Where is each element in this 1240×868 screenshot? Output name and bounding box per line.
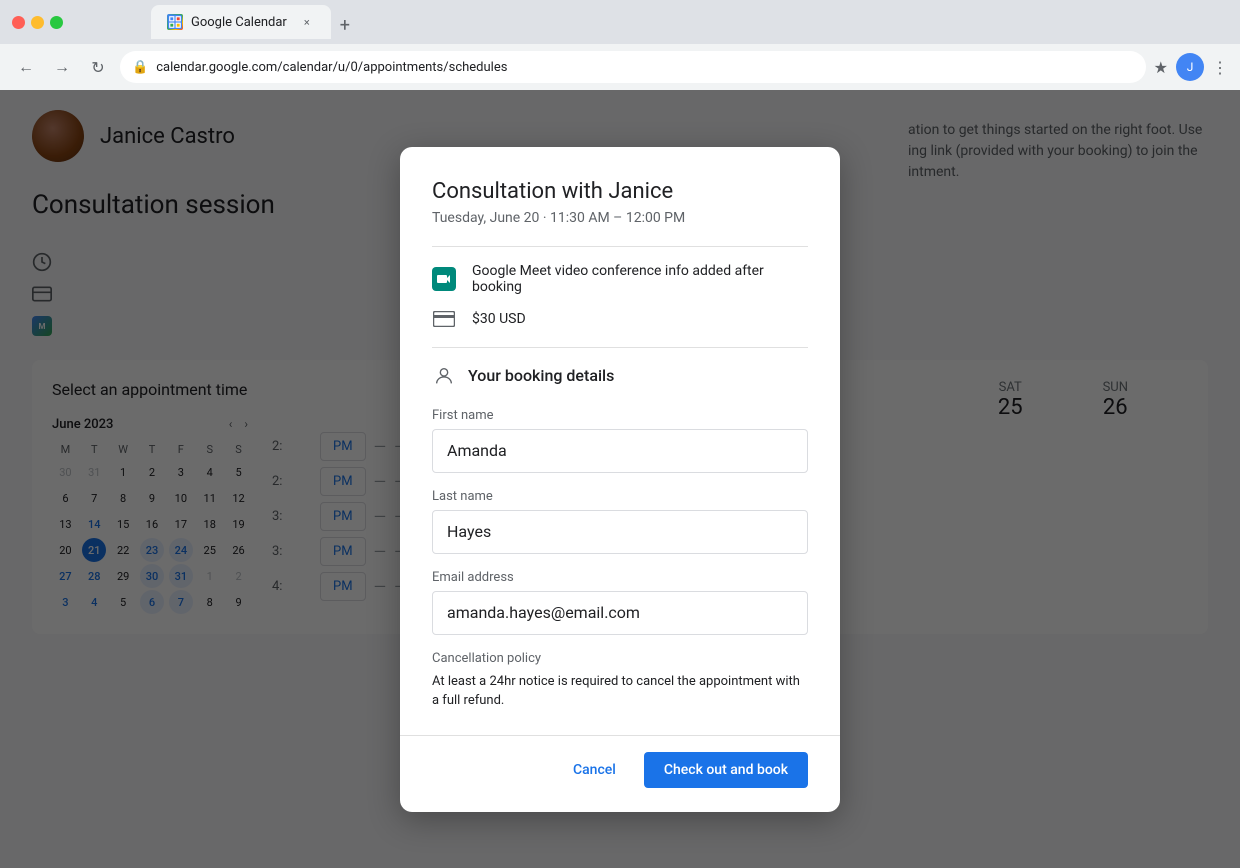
- last-name-input[interactable]: [432, 510, 808, 554]
- cancellation-section: Cancellation policy At least a 24hr noti…: [432, 651, 808, 711]
- modal-datetime: Tuesday, June 20 · 11:30 AM – 12:00 PM: [432, 210, 808, 226]
- modal-overlay: Consultation with Janice Tuesday, June 2…: [0, 90, 1240, 868]
- new-tab-button[interactable]: +: [331, 11, 359, 39]
- last-name-group: Last name: [432, 489, 808, 554]
- cancellation-text: At least a 24hr notice is required to ca…: [432, 672, 808, 711]
- back-button[interactable]: ←: [12, 53, 40, 81]
- first-name-label: First name: [432, 408, 808, 423]
- email-label: Email address: [432, 570, 808, 585]
- modal-meet-row: Google Meet video conference info added …: [432, 263, 808, 295]
- browser-chrome: Google Calendar × + ← → ↻ 🔒 calendar.goo…: [0, 0, 1240, 90]
- address-bar[interactable]: 🔒 calendar.google.com/calendar/u/0/appoi…: [120, 51, 1146, 83]
- window-controls: [12, 16, 63, 29]
- user-avatar[interactable]: J: [1176, 53, 1204, 81]
- person-icon: [432, 364, 456, 388]
- maximize-dot[interactable]: [50, 16, 63, 29]
- email-input[interactable]: [432, 591, 808, 635]
- url-text: calendar.google.com/calendar/u/0/appoint…: [156, 60, 507, 75]
- cancellation-title: Cancellation policy: [432, 651, 808, 666]
- last-name-label: Last name: [432, 489, 808, 504]
- google-meet-icon: [432, 267, 456, 291]
- tab-favicon: [167, 14, 183, 30]
- booking-details-title: Your booking details: [468, 366, 614, 385]
- tab-bar: Google Calendar × +: [71, 5, 1228, 39]
- modal-divider-2: [432, 347, 808, 348]
- forward-button[interactable]: →: [48, 53, 76, 81]
- booking-details-header: Your booking details: [432, 364, 808, 388]
- active-tab[interactable]: Google Calendar ×: [151, 5, 331, 39]
- close-dot[interactable]: [12, 16, 25, 29]
- tab-title: Google Calendar: [191, 15, 287, 30]
- modal-title: Consultation with Janice: [432, 179, 808, 204]
- menu-icon[interactable]: ⋮: [1212, 58, 1228, 77]
- page-content: Janice Castro Consultation session M: [0, 90, 1240, 868]
- tab-close-button[interactable]: ×: [299, 14, 315, 30]
- credit-card-icon: [432, 307, 456, 331]
- modal-divider-1: [432, 246, 808, 247]
- first-name-group: First name: [432, 408, 808, 473]
- refresh-button[interactable]: ↻: [84, 53, 112, 81]
- checkout-book-button[interactable]: Check out and book: [644, 752, 808, 788]
- bookmark-icon[interactable]: ★: [1154, 58, 1168, 77]
- modal-dialog: Consultation with Janice Tuesday, June 2…: [400, 147, 840, 812]
- lock-icon: 🔒: [132, 60, 148, 75]
- browser-titlebar: Google Calendar × +: [0, 0, 1240, 44]
- modal-footer: Cancel Check out and book: [400, 735, 840, 812]
- modal-price-row: $30 USD: [432, 307, 808, 331]
- email-group: Email address: [432, 570, 808, 635]
- minimize-dot[interactable]: [31, 16, 44, 29]
- modal-price-text: $30 USD: [472, 311, 526, 327]
- browser-toolbar: ← → ↻ 🔒 calendar.google.com/calendar/u/0…: [0, 44, 1240, 90]
- cancel-button[interactable]: Cancel: [557, 752, 632, 788]
- modal-meet-text: Google Meet video conference info added …: [472, 263, 808, 295]
- modal-body: Consultation with Janice Tuesday, June 2…: [400, 147, 840, 735]
- first-name-input[interactable]: [432, 429, 808, 473]
